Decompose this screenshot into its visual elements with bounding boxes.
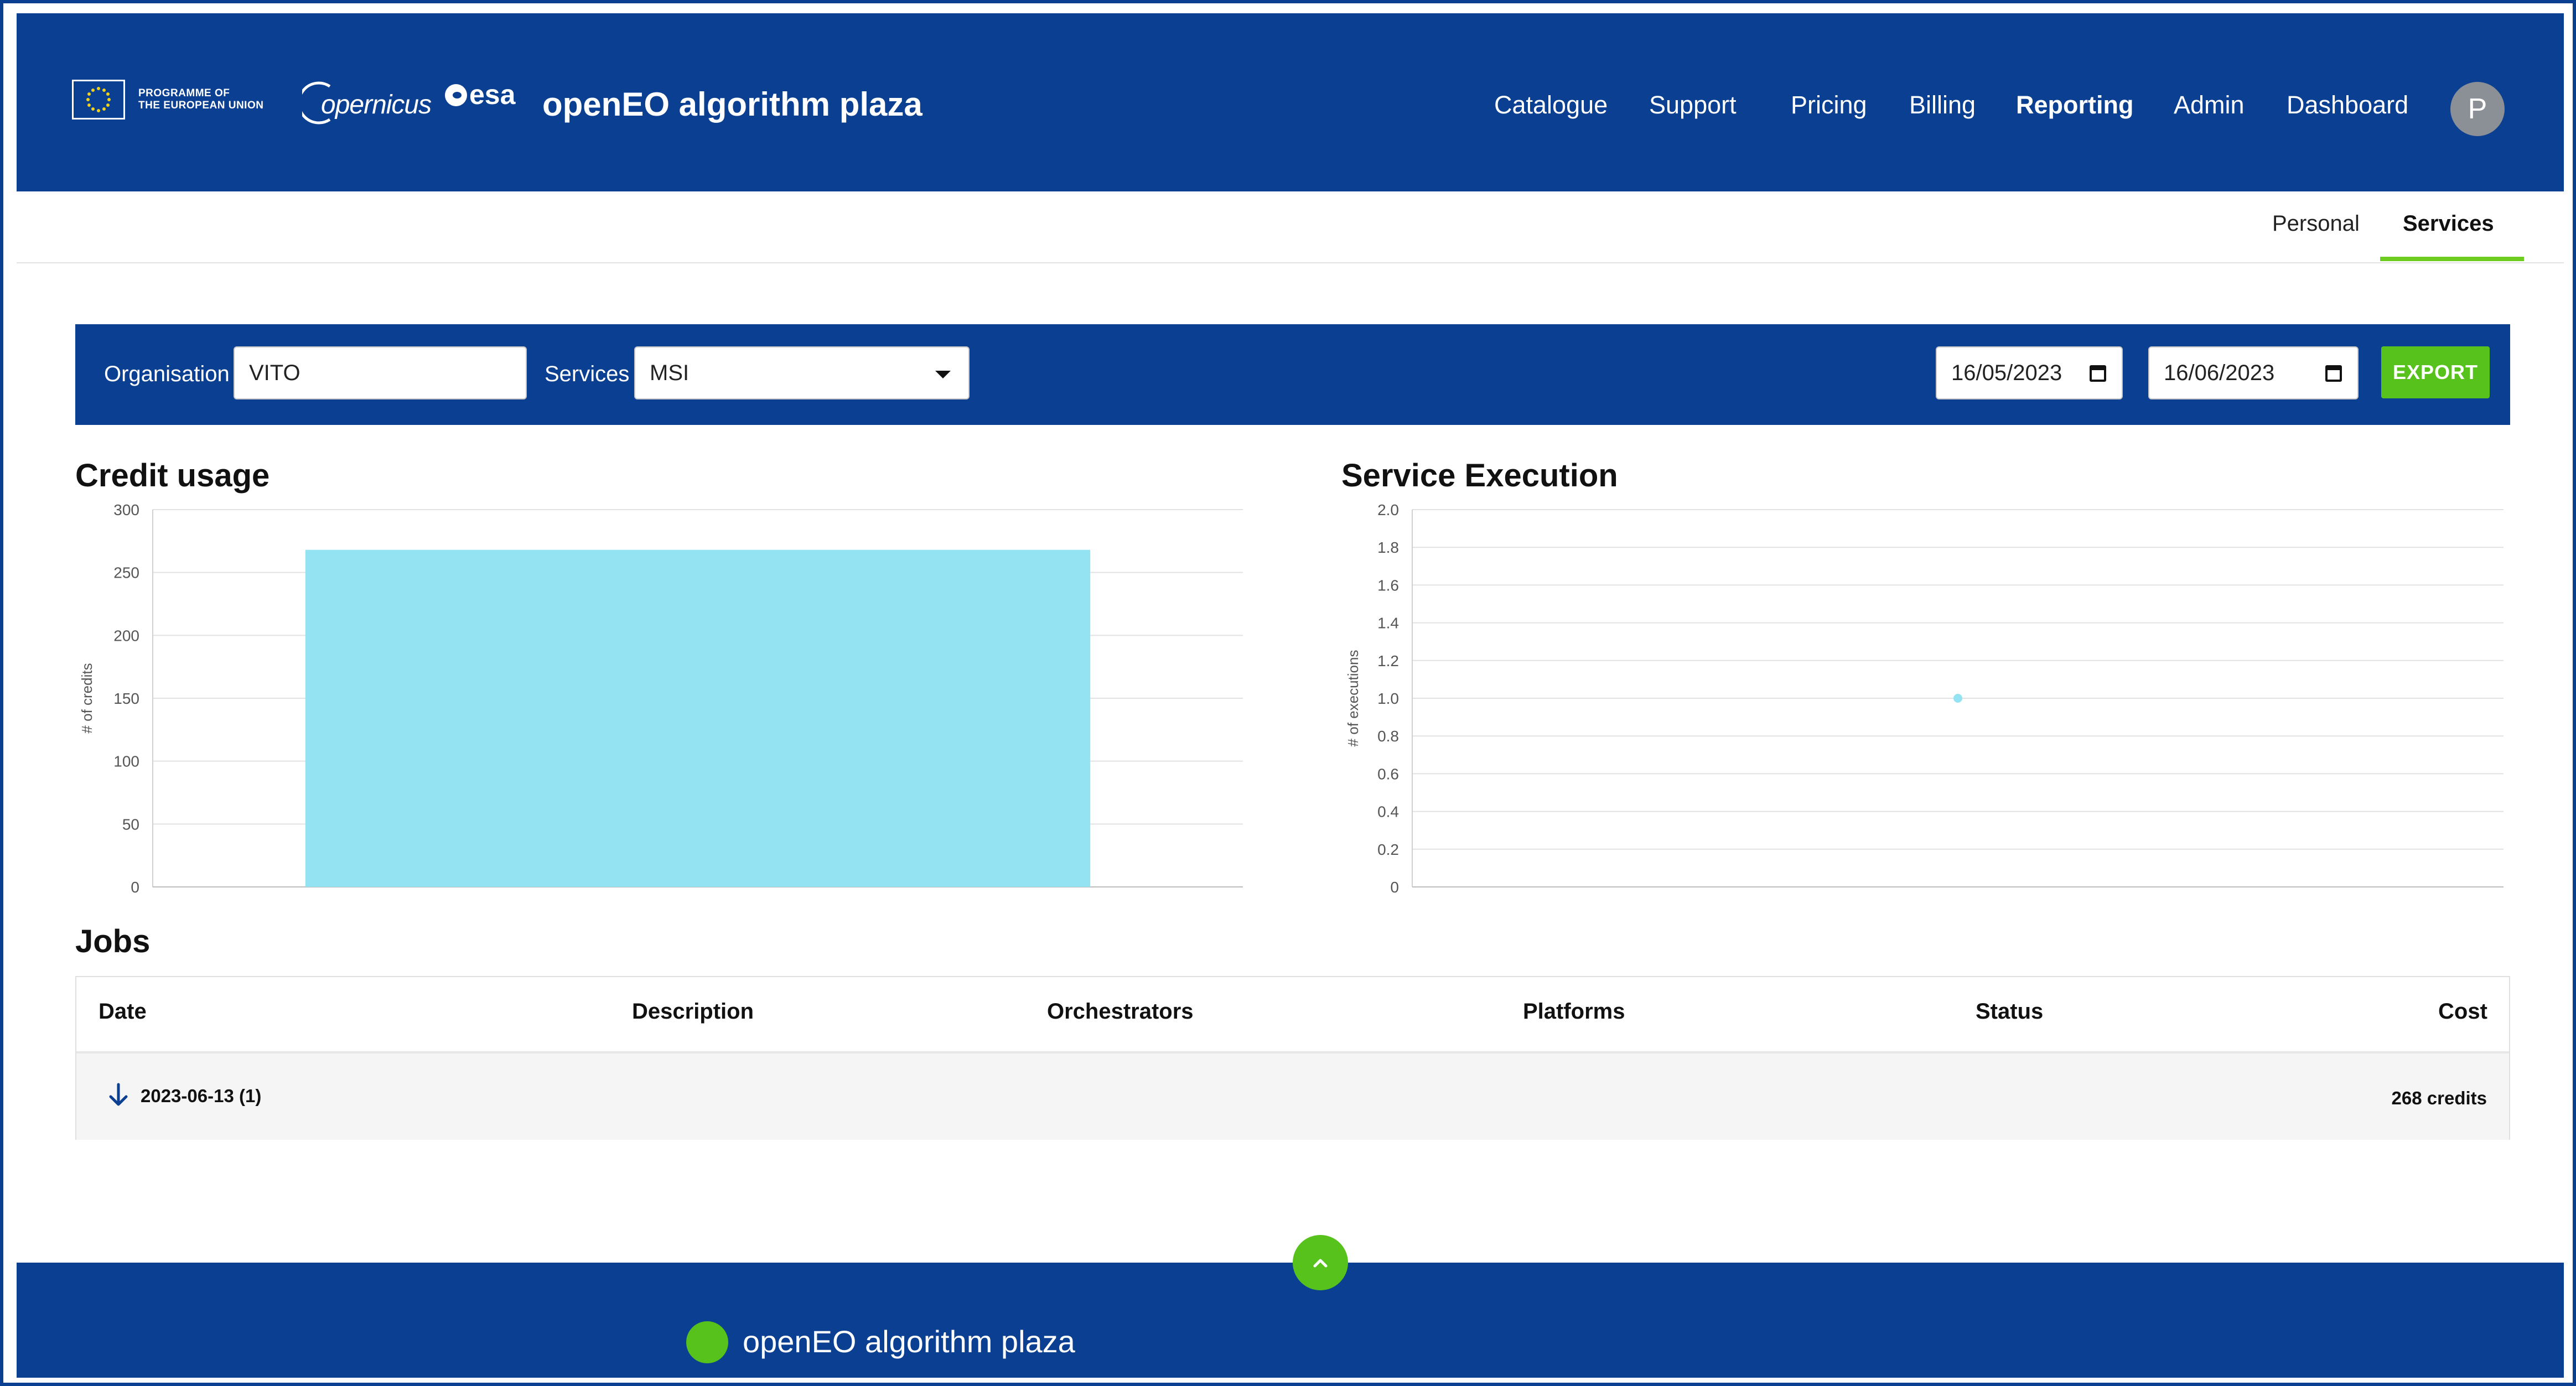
y-tick-label: 200 [113,627,139,644]
column-cost[interactable]: Cost [2438,999,2487,1024]
y-tick-label: 1.0 [1377,690,1399,707]
jobs-title: Jobs [75,923,151,959]
y-tick-label: 0.2 [1377,841,1399,858]
user-avatar[interactable]: P [2450,82,2505,136]
data-point [1953,694,1962,703]
esa-wordmark: esa [469,79,516,110]
export-button[interactable]: EXPORT [2381,346,2490,398]
esa-logo: esa [445,79,515,111]
column-orchestrators[interactable]: Orchestrators [1047,999,1194,1024]
table-row[interactable]: 2023-06-13 (1) 268 credits [76,1053,2509,1140]
app-title[interactable]: openEO algorithm plaza [542,85,922,123]
copernicus-wordmark: opernicus [321,90,432,120]
organisation-input[interactable]: VITO [234,346,527,399]
dropdown-arrow-icon[interactable] [935,371,951,378]
jobs-table-header: Date Description Orchestrators Platforms… [76,977,2509,1053]
column-date[interactable]: Date [99,999,147,1024]
copernicus-logo: opernicus [302,75,435,131]
jobs-table: Date Description Orchestrators Platforms… [75,976,2510,1140]
column-platforms[interactable]: Platforms [1523,999,1625,1024]
y-tick-label: 1.2 [1377,652,1399,669]
nav-admin[interactable]: Admin [2174,91,2245,120]
active-tab-indicator [2380,257,2524,261]
service-execution-title: Service Execution [1341,458,1618,494]
bar [305,549,1091,887]
eu-programme-text: PROGRAMME OF THE EUROPEAN UNION [138,87,304,112]
y-tick-label: 0.6 [1377,765,1399,782]
page-footer: openEO algorithm plaza [17,1263,2564,1378]
services-selected-value: MSI [650,361,690,385]
nav-pricing[interactable]: Pricing [1791,91,1867,120]
nav-reporting[interactable]: Reporting [2016,91,2133,120]
chevron-up-icon [1313,1259,1328,1268]
y-tick-label: 150 [113,690,139,707]
date-to-input[interactable]: 16/06/2023 [2148,346,2359,399]
row-cost: 268 credits [2391,1088,2487,1108]
calendar-icon[interactable] [2325,365,2342,382]
credit-usage-title: Credit usage [75,458,270,494]
y-tick-label: 0 [131,879,139,896]
eu-flag-icon [72,80,125,120]
y-tick-label: 2.0 [1377,501,1399,518]
services-label: Services [545,362,630,386]
credit-usage-chart: 0 50 100 150 200 250 300 # of credits [79,501,1243,896]
y-axis-label: # of executions [1345,650,1361,747]
date-from-value: 16/05/2023 [1951,361,2062,385]
eu-text-line1: PROGRAMME OF [138,87,230,99]
y-tick-label: 100 [113,753,139,770]
eu-text-line2: THE EUROPEAN UNION [138,100,264,111]
y-tick-label: 0.4 [1377,803,1399,821]
y-axis-label: # of credits [79,663,95,733]
expand-arrow-down-icon[interactable] [107,1082,129,1108]
column-description[interactable]: Description [632,999,754,1024]
column-status[interactable]: Status [1976,999,2043,1024]
date-to-value: 16/06/2023 [2164,361,2275,385]
organisation-label: Organisation [104,362,230,386]
y-tick-label: 1.6 [1377,577,1399,594]
y-tick-label: 0.8 [1377,728,1399,745]
nav-dashboard[interactable]: Dashboard [2287,91,2408,120]
nav-billing[interactable]: Billing [1909,91,1976,120]
date-from-input[interactable]: 16/05/2023 [1936,346,2123,399]
calendar-icon[interactable] [2090,365,2106,382]
app-window: PROGRAMME OF THE EUROPEAN UNION opernicu… [0,0,2576,1386]
footer-title[interactable]: openEO algorithm plaza [743,1323,1075,1359]
service-execution-chart: 0 0.2 0.4 0.6 0.8 1.0 1.2 1.4 1.6 1.8 2.0 # of exec… [1345,501,2504,896]
reporting-subtabs: Personal Services [17,191,2564,263]
y-tick-label: 0 [1390,879,1399,896]
y-tick-label: 50 [122,816,139,833]
y-tick-label: 250 [113,564,139,582]
tab-services[interactable]: Services [2403,211,2494,236]
services-select[interactable]: MSI [634,346,970,399]
nav-support[interactable]: Support [1649,91,1737,120]
scroll-to-top-button[interactable] [1293,1235,1348,1290]
y-tick-label: 1.4 [1377,615,1399,632]
y-tick-label: 1.8 [1377,539,1399,556]
y-tick-label: 300 [113,501,139,518]
footer-logo-icon [686,1321,728,1363]
filter-bar: Organisation VITO Services MSI 16/05/202… [75,324,2510,425]
row-date-group: 2023-06-13 (1) [141,1086,262,1106]
top-header: PROGRAMME OF THE EUROPEAN UNION opernicu… [17,13,2564,191]
tab-personal[interactable]: Personal [2272,211,2360,236]
esa-mark-icon [445,84,467,106]
nav-catalogue[interactable]: Catalogue [1494,91,1608,120]
